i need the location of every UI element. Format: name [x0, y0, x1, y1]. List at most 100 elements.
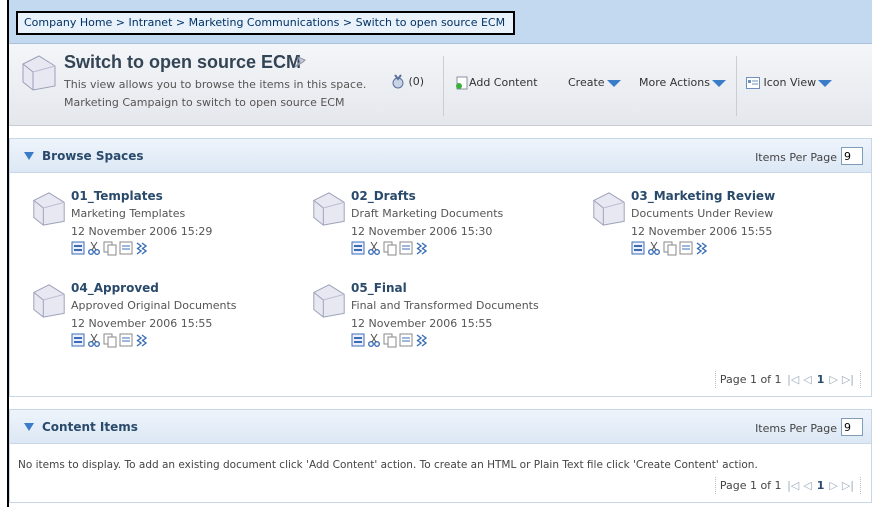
- current-page[interactable]: 1: [817, 479, 825, 492]
- more-actions-menu[interactable]: More Actions: [639, 76, 726, 89]
- space-name[interactable]: 03_Marketing Review: [631, 189, 775, 203]
- create-label: Create: [568, 76, 605, 89]
- space-modified-date: 12 November 2006 15:29: [71, 225, 213, 238]
- space-item[interactable]: 01_Templates Marketing Templates 12 Novemb…: [30, 189, 300, 261]
- awards-badge[interactable]: (0): [391, 74, 424, 90]
- cut-icon[interactable]: [367, 332, 381, 348]
- pager-label: Page 1 of 1: [719, 479, 782, 492]
- space-modified-date: 12 November 2006 15:55: [351, 317, 493, 330]
- space-description: Approved Original Documents: [71, 299, 237, 312]
- more-actions-label: More Actions: [639, 76, 710, 89]
- chevron-down-icon: [606, 79, 621, 87]
- collapse-toggle-icon[interactable]: [24, 423, 34, 431]
- more-actions-icon[interactable]: [135, 240, 149, 256]
- items-per-page-input[interactable]: [841, 147, 863, 165]
- more-actions-icon[interactable]: [415, 240, 429, 256]
- space-modified-date: 12 November 2006 15:30: [351, 225, 493, 238]
- items-per-page-label: Items Per Page: [755, 151, 837, 164]
- space-description: Marketing Templates: [71, 207, 186, 220]
- more-actions-icon[interactable]: [135, 332, 149, 348]
- preview-icon[interactable]: [119, 332, 133, 348]
- rss-feed-icon[interactable]: [292, 54, 308, 73]
- space-header: Switch to open source ECM This view allo…: [9, 44, 872, 126]
- preview-icon[interactable]: [679, 240, 693, 256]
- space-item[interactable]: 05_Final Final and Transformed Documents 1…: [310, 281, 580, 353]
- previous-page-icon[interactable]: ◁: [803, 373, 811, 386]
- space-description: Documents Under Review: [631, 207, 774, 220]
- space-subtitle: Marketing Campaign to switch to open sou…: [64, 96, 345, 109]
- space-folder-icon[interactable]: [310, 189, 348, 230]
- last-page-icon[interactable]: ▷|: [842, 479, 854, 492]
- cut-icon[interactable]: [87, 332, 101, 348]
- breadcrumb-separator: >: [339, 16, 356, 29]
- view-mode-menu[interactable]: Icon View: [746, 76, 833, 89]
- last-page-icon[interactable]: ▷|: [842, 373, 854, 386]
- cut-icon[interactable]: [87, 240, 101, 256]
- space-item[interactable]: 02_Drafts Draft Marketing Documents 12 Nov…: [310, 189, 580, 261]
- content-items-header[interactable]: Content Items Items Per Page: [10, 410, 871, 444]
- breadcrumb-separator: >: [112, 16, 129, 29]
- details-icon[interactable]: [351, 240, 365, 256]
- chevron-down-icon: [711, 79, 726, 87]
- space-name[interactable]: 04_Approved: [71, 281, 159, 295]
- empty-message: No items to display. To add an existing …: [18, 459, 758, 471]
- space-folder-icon: [19, 52, 59, 95]
- badge-count: (0): [408, 75, 425, 88]
- space-folder-icon[interactable]: [590, 189, 628, 230]
- breadcrumb-intranet[interactable]: Intranet: [129, 16, 173, 29]
- copy-icon[interactable]: [663, 240, 677, 256]
- space-folder-icon[interactable]: [310, 281, 348, 322]
- details-icon[interactable]: [71, 240, 85, 256]
- view-mode-label: Icon View: [763, 76, 817, 89]
- first-page-icon[interactable]: |◁: [787, 373, 799, 386]
- space-description: This view allows you to browse the items…: [64, 78, 367, 91]
- space-folder-icon[interactable]: [30, 281, 68, 322]
- breadcrumb-company-home[interactable]: Company Home: [24, 16, 112, 29]
- space-description: Final and Transformed Documents: [351, 299, 539, 312]
- breadcrumb: Company Home > Intranet > Marketing Comm…: [16, 11, 516, 35]
- items-per-page-input[interactable]: [841, 418, 863, 436]
- next-page-icon[interactable]: ▷: [829, 479, 837, 492]
- items-per-page-label: Items Per Page: [755, 422, 837, 435]
- preview-icon[interactable]: [399, 240, 413, 256]
- space-name[interactable]: 05_Final: [351, 281, 407, 295]
- content-items-panel: Content Items Items Per Page No items to…: [9, 409, 872, 503]
- space-actions: [351, 240, 429, 256]
- cut-icon[interactable]: [367, 240, 381, 256]
- pager-label: Page 1 of 1: [719, 373, 782, 386]
- space-item[interactable]: 04_Approved Approved Original Documents 12…: [30, 281, 300, 353]
- space-folder-icon[interactable]: [30, 189, 68, 230]
- previous-page-icon[interactable]: ◁: [803, 479, 811, 492]
- more-actions-icon[interactable]: [415, 332, 429, 348]
- breadcrumb-bar: Company Home > Intranet > Marketing Comm…: [9, 0, 872, 44]
- preview-icon[interactable]: [399, 332, 413, 348]
- details-icon[interactable]: [351, 332, 365, 348]
- preview-icon[interactable]: [119, 240, 133, 256]
- space-name[interactable]: 02_Drafts: [351, 189, 416, 203]
- breadcrumb-marketing-communications[interactable]: Marketing Communications: [189, 16, 340, 29]
- space-item[interactable]: 03_Marketing Review Documents Under Revie…: [590, 189, 860, 261]
- panel-title: Browse Spaces: [42, 149, 144, 163]
- breadcrumb-current-space[interactable]: Switch to open source ECM: [356, 16, 506, 29]
- create-menu[interactable]: Create: [568, 76, 621, 89]
- copy-icon[interactable]: [103, 240, 117, 256]
- details-icon[interactable]: [631, 240, 645, 256]
- cut-icon[interactable]: [647, 240, 661, 256]
- space-actions: [71, 332, 149, 348]
- copy-icon[interactable]: [103, 332, 117, 348]
- details-icon[interactable]: [71, 332, 85, 348]
- chevron-down-icon: [818, 79, 833, 87]
- current-page[interactable]: 1: [817, 373, 825, 386]
- copy-icon[interactable]: [383, 332, 397, 348]
- add-content-button[interactable]: Add Content: [455, 76, 538, 90]
- more-actions-icon[interactable]: [695, 240, 709, 256]
- space-name[interactable]: 01_Templates: [71, 189, 163, 203]
- collapse-toggle-icon[interactable]: [24, 152, 34, 160]
- toolbar-divider: [443, 56, 444, 116]
- copy-icon[interactable]: [383, 240, 397, 256]
- browse-spaces-header[interactable]: Browse Spaces Items Per Page: [10, 139, 871, 173]
- first-page-icon[interactable]: |◁: [787, 479, 799, 492]
- panel-title: Content Items: [42, 420, 138, 434]
- space-modified-date: 12 November 2006 15:55: [631, 225, 773, 238]
- next-page-icon[interactable]: ▷: [829, 373, 837, 386]
